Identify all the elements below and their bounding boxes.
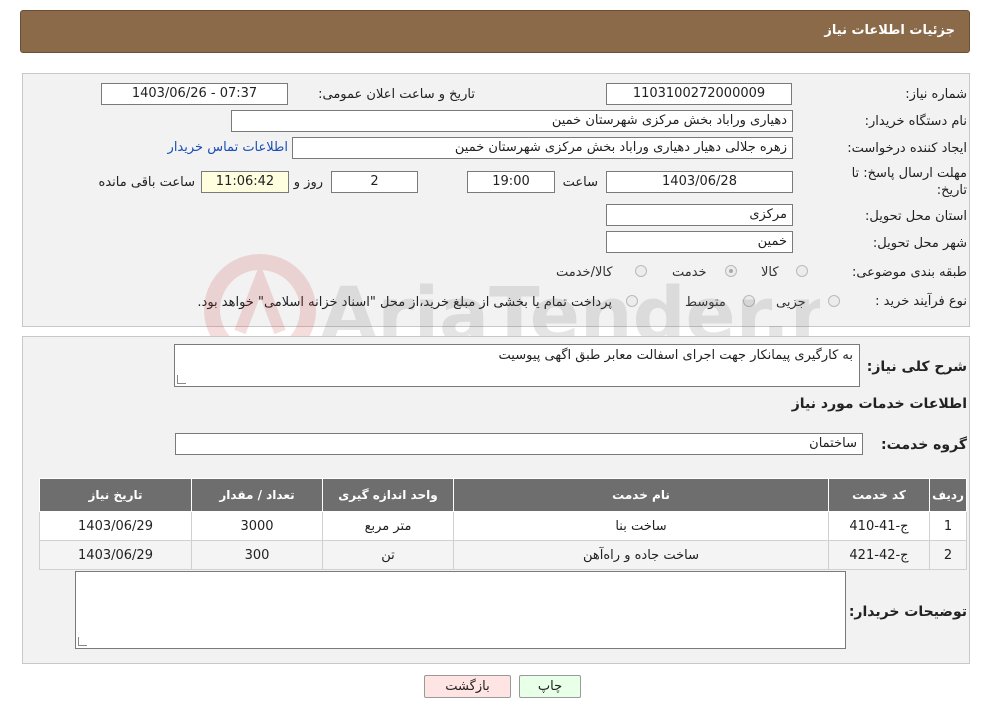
col-need-date: تاریخ نیاز bbox=[39, 478, 192, 512]
col-unit: واحد اندازه گیری bbox=[322, 478, 454, 512]
process-minor-radio[interactable] bbox=[828, 295, 840, 307]
category-goods-label: کالا bbox=[761, 265, 779, 280]
description-textarea[interactable]: به کارگیری پیمانکار جهت اجرای اسفالت معا… bbox=[174, 344, 860, 387]
row-number-cell: 2 bbox=[929, 540, 967, 570]
col-service-code: کد خدمت bbox=[828, 478, 930, 512]
page-header: جزئیات اطلاعات نیاز bbox=[20, 10, 970, 53]
need-number-field: 1103100272000009 bbox=[606, 83, 792, 105]
process-medium-label: متوسط bbox=[685, 295, 726, 310]
deadline-label-2: تاریخ: bbox=[936, 183, 967, 198]
need-number-label: شماره نیاز: bbox=[905, 87, 967, 102]
service-group-field: ساختمان bbox=[175, 433, 863, 455]
row-number-cell: 1 bbox=[929, 511, 967, 541]
print-button[interactable]: چاپ bbox=[519, 675, 581, 698]
service-group-label: گروه خدمت: bbox=[881, 437, 967, 453]
announce-datetime-field: 1403/06/26 - 07:37 bbox=[101, 83, 288, 105]
buyer-org-field: دهیاری وراباد بخش مرکزی شهرستان خمین bbox=[231, 110, 793, 132]
requester-field: زهره جلالی دهیار دهیاری وراباد بخش مرکزی… bbox=[292, 137, 793, 159]
city-label: شهر محل تحویل: bbox=[872, 236, 967, 251]
deadline-date-field: 1403/06/28 bbox=[606, 171, 793, 193]
remaining-label: ساعت باقی مانده bbox=[98, 175, 195, 190]
deadline-label: مهلت ارسال پاسخ: تا bbox=[851, 166, 967, 181]
quantity-cell: 300 bbox=[191, 540, 323, 570]
service-code-cell: ج-41-410 bbox=[828, 511, 930, 541]
need-date-cell: 1403/06/29 bbox=[39, 511, 192, 541]
table-row: 2 ج-42-421 ساخت جاده و راه‌آهن تن 300 14… bbox=[39, 540, 967, 570]
process-treasury-note: پرداخت تمام یا بخشی از مبلغ خرید،از محل … bbox=[197, 295, 612, 310]
process-treasury-radio[interactable] bbox=[626, 295, 638, 307]
category-label: طبقه بندی موضوعی: bbox=[851, 265, 967, 280]
col-quantity: تعداد / مقدار bbox=[191, 478, 323, 512]
table-row: 1 ج-41-410 ساخت بنا متر مربع 3000 1403/0… bbox=[39, 511, 967, 541]
description-label: شرح کلی نیاز: bbox=[866, 359, 967, 375]
category-service-radio[interactable] bbox=[725, 265, 737, 277]
category-both-label: کالا/خدمت bbox=[556, 265, 613, 280]
back-button[interactable]: بازگشت bbox=[424, 675, 511, 698]
deadline-time-field: 19:00 bbox=[467, 171, 555, 193]
col-row-number: ردیف bbox=[929, 478, 967, 512]
buyer-org-label: نام دستگاه خریدار: bbox=[864, 114, 967, 129]
category-both-radio[interactable] bbox=[635, 265, 647, 277]
services-table-wrapper: ردیف کد خدمت نام خدمت واحد اندازه گیری ت… bbox=[39, 478, 967, 570]
resize-handle-icon[interactable] bbox=[78, 637, 87, 646]
category-service-label: خدمت bbox=[672, 265, 707, 280]
province-field: مرکزی bbox=[606, 204, 793, 226]
service-name-cell: ساخت جاده و راه‌آهن bbox=[453, 540, 829, 570]
services-table: ردیف کد خدمت نام خدمت واحد اندازه گیری ت… bbox=[39, 478, 967, 570]
need-date-cell: 1403/06/29 bbox=[39, 540, 192, 570]
unit-cell: تن bbox=[322, 540, 454, 570]
category-goods-radio[interactable] bbox=[796, 265, 808, 277]
process-type-label: نوع فرآیند خرید : bbox=[875, 294, 967, 309]
services-info-heading: اطلاعات خدمات مورد نیاز bbox=[791, 396, 967, 412]
time-remaining-field: 11:06:42 bbox=[201, 171, 289, 193]
service-code-cell: ج-42-421 bbox=[828, 540, 930, 570]
province-label: استان محل تحویل: bbox=[865, 209, 967, 224]
process-medium-radio[interactable] bbox=[743, 295, 755, 307]
deadline-time-label: ساعت bbox=[562, 175, 598, 190]
process-minor-label: جزیی bbox=[776, 295, 806, 310]
buyer-contact-link[interactable]: اطلاعات تماس خریدار bbox=[168, 140, 288, 155]
resize-handle-icon[interactable] bbox=[177, 375, 186, 384]
quantity-cell: 3000 bbox=[191, 511, 323, 541]
announce-datetime-label: تاریخ و ساعت اعلان عمومی: bbox=[318, 87, 475, 102]
city-field: خمین bbox=[606, 231, 793, 253]
unit-cell: متر مربع bbox=[322, 511, 454, 541]
requester-label: ایجاد کننده درخواست: bbox=[847, 141, 967, 156]
buyer-notes-label: توضیحات خریدار: bbox=[848, 604, 967, 620]
col-service-name: نام خدمت bbox=[453, 478, 829, 512]
service-name-cell: ساخت بنا bbox=[453, 511, 829, 541]
day-label: روز و bbox=[293, 175, 323, 190]
table-header-row: ردیف کد خدمت نام خدمت واحد اندازه گیری ت… bbox=[39, 478, 967, 512]
days-remaining-field: 2 bbox=[331, 171, 418, 193]
page-title: جزئیات اطلاعات نیاز bbox=[824, 23, 955, 38]
buyer-notes-textarea[interactable] bbox=[75, 571, 846, 649]
description-text: به کارگیری پیمانکار جهت اجرای اسفالت معا… bbox=[498, 348, 853, 363]
